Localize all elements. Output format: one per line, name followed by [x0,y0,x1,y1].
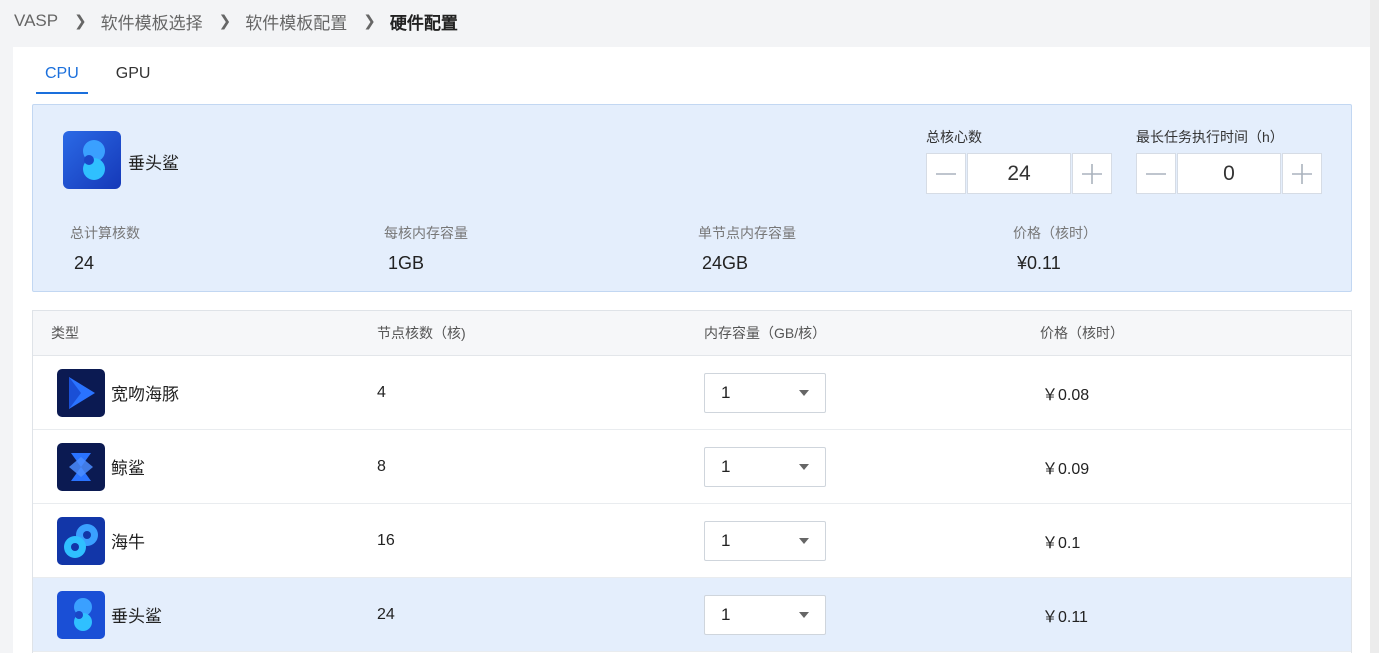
chevron-right-icon: ❯ [218,13,232,30]
memory-select[interactable]: 1 [704,520,826,561]
table-row[interactable]: 垂头鲨 24 1 ￥0.11 [33,578,1351,652]
stat-value: 24GB [702,253,749,273]
caret-down-icon [799,537,809,544]
caret-down-icon [799,389,809,396]
stat-value: ¥0.11 [1017,253,1061,273]
breadcrumb-item-vasp[interactable]: VASP [14,11,58,31]
summary-type-name: 垂头鲨 [128,154,179,173]
table-row[interactable]: 宽吻海豚 4 1 ￥0.08 [33,356,1351,430]
memory-select-value: 1 [721,456,731,476]
total-cores-stepper-group: 总核心数 24 [926,127,1112,194]
tab-bar: CPU GPU [36,59,187,94]
stat-label: 每核内存容量 [384,225,468,241]
tab-gpu[interactable]: GPU [116,59,151,93]
stat-label: 单节点内存容量 [698,225,796,241]
row-price: ￥0.08 [1042,386,1090,404]
total-cores-label: 总核心数 [926,129,982,145]
row-node-cores: 16 [377,531,395,549]
row-type-name: 垂头鲨 [111,607,162,626]
stat-total-compute-cores: 总计算核数 24 [70,223,140,274]
header-node-cores: 节点核数（核) [377,325,466,341]
chevron-right-icon: ❯ [363,13,376,30]
hardware-table: 类型 节点核数（核) 内存容量（GB/核） 价格（核时） 宽吻海豚 4 1 ￥0… [32,310,1352,653]
stat-label: 价格（核时） [1013,225,1097,241]
row-price: ￥0.1 [1042,534,1081,552]
header-type: 类型 [51,325,79,341]
manatee-icon [57,516,105,565]
row-node-cores: 4 [377,383,386,401]
memory-select-value: 1 [721,382,731,402]
stat-label: 总计算核数 [70,225,140,241]
breadcrumb-current: 硬件配置 [389,13,458,33]
selected-config-summary: 垂头鲨 总核心数 24 最长任务执行时间（h） 0 总计算核数 24 每核内存容… [32,104,1352,292]
main-panel: CPU GPU 垂头鲨 总核心数 24 最长任务执行时间（h） 0 总计算核数 … [13,47,1370,653]
memory-select-value: 1 [721,530,731,550]
page-scrollbar[interactable] [1370,0,1379,653]
max-time-stepper-group: 最长任务执行时间（h） 0 [1136,127,1322,194]
table-row[interactable]: 鲸鲨 8 1 ￥0.09 [33,430,1351,504]
breadcrumb-item-template-select[interactable]: 软件模板选择 [101,9,203,34]
row-price: ￥0.09 [1042,460,1090,478]
stat-value: 1GB [388,253,425,273]
header-price: 价格（核时） [1040,325,1124,341]
memory-select[interactable]: 1 [704,446,826,487]
total-cores-increment-button[interactable] [1072,153,1112,194]
plus-icon [1292,163,1312,184]
header-memory: 内存容量（GB/核） [704,325,827,341]
total-cores-stepper: 24 [926,153,1112,194]
caret-down-icon [799,463,809,470]
breadcrumb-item-template-config[interactable]: 软件模板配置 [245,9,347,34]
table-row[interactable]: 海牛 16 1 ￥0.1 [33,504,1351,578]
chevron-right-icon: ❯ [74,13,87,30]
row-node-cores: 24 [377,605,395,623]
row-price: ￥0.11 [1042,608,1088,626]
row-type-name: 宽吻海豚 [111,385,179,404]
table-header: 类型 节点核数（核) 内存容量（GB/核） 价格（核时） [33,311,1351,356]
caret-down-icon [799,611,809,618]
whale-shark-icon [57,442,105,491]
minus-icon [936,172,956,175]
breadcrumb: VASP ❯ 软件模板选择 ❯ 软件模板配置 ❯ 硬件配置 [14,9,458,34]
stat-price: 价格（核时） ¥0.11 [1013,223,1097,274]
row-node-cores: 8 [377,457,386,475]
memory-select[interactable]: 1 [704,372,826,413]
memory-select[interactable]: 1 [704,594,826,635]
plus-icon [1082,163,1102,184]
row-type-name: 海牛 [111,533,145,552]
tab-cpu[interactable]: CPU [36,59,88,94]
max-time-increment-button[interactable] [1282,153,1322,194]
row-type-name: 鲸鲨 [111,459,145,478]
stat-memory-per-core: 每核内存容量 1GB [384,223,468,274]
stat-node-memory: 单节点内存容量 24GB [698,223,796,274]
hammerhead-logo-icon [57,590,105,639]
dolphin-play-icon [57,368,105,417]
minus-icon [1146,172,1166,175]
memory-select-value: 1 [721,604,731,624]
max-time-input[interactable]: 0 [1177,153,1281,194]
max-time-stepper: 0 [1136,153,1322,194]
hammerhead-logo-icon [63,131,121,189]
stat-value: 24 [74,253,95,273]
max-time-label: 最长任务执行时间（h） [1136,129,1284,145]
total-cores-input[interactable]: 24 [967,153,1071,194]
total-cores-decrement-button[interactable] [926,153,966,194]
max-time-decrement-button[interactable] [1136,153,1176,194]
